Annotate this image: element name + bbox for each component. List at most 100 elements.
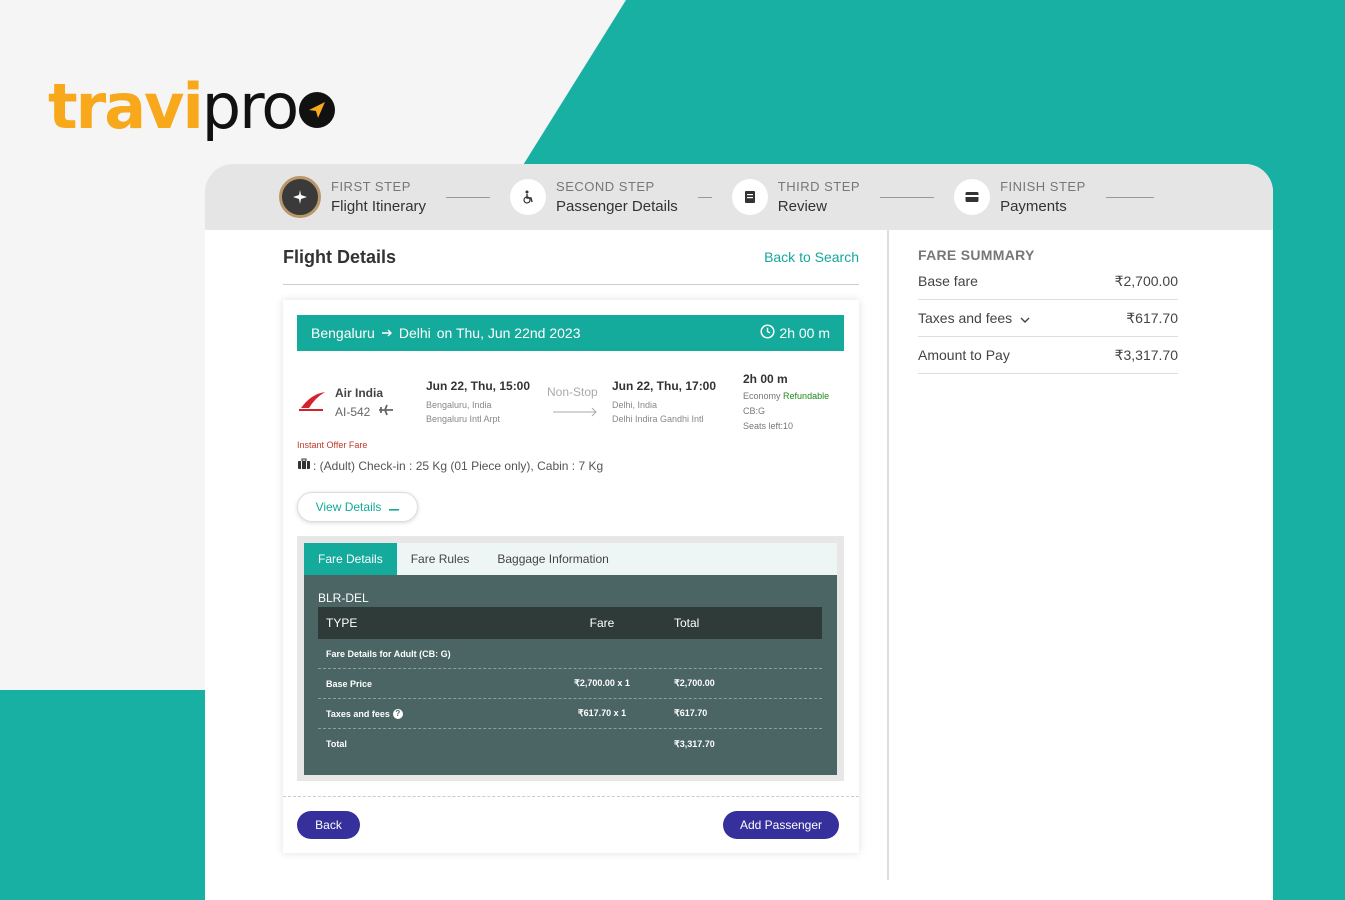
step-flight-itinerary[interactable]: FIRST STEP Flight Itinerary xyxy=(279,176,510,218)
airplane-icon xyxy=(279,176,321,218)
step-divider xyxy=(880,196,935,198)
fare-table-header: TYPE Fare Total xyxy=(318,607,822,639)
luggage-icon xyxy=(297,458,311,473)
taxes-label-wrap: Taxes and fees xyxy=(918,310,1030,326)
tab-fare-rules[interactable]: Fare Rules xyxy=(397,543,484,575)
fare-summary-title: FARE SUMMARY xyxy=(918,247,1035,263)
arrival-time: Jun 22, Thu, 17:00 xyxy=(612,379,717,393)
amount-label: Amount to Pay xyxy=(918,347,1010,363)
back-button[interactable]: Back xyxy=(297,811,360,839)
step-title: Review xyxy=(777,198,827,215)
airline-name: Air India xyxy=(335,386,384,400)
step-payments[interactable]: FINISH STEP Payments xyxy=(954,179,1174,215)
amount-value: ₹3,317.70 xyxy=(1114,346,1178,363)
row-total: ₹3,317.70 xyxy=(674,738,715,749)
stepper: FIRST STEP Flight Itinerary SECOND STEP … xyxy=(205,164,1273,230)
help-icon[interactable]: ? xyxy=(392,708,403,719)
base-fare-value: ₹2,700.00 xyxy=(1114,272,1178,289)
departure-city: Bengaluru, India xyxy=(426,400,492,410)
chevron-down-icon[interactable] xyxy=(1020,310,1030,326)
row-fare: ₹617.70 x 1 xyxy=(577,708,627,718)
refundable-badge: Refundable xyxy=(783,391,830,401)
row-type: Base Price xyxy=(326,678,373,689)
flight-number: AI-542 xyxy=(335,404,371,419)
table-row: Total ₹3,317.70 xyxy=(318,729,822,759)
fare-row-amount: Amount to Pay ₹3,317.70 xyxy=(918,337,1178,374)
logo-text-pro: pro xyxy=(201,70,299,143)
seats-left: Seats left:10 xyxy=(743,421,794,431)
arrow-right-icon xyxy=(381,325,393,341)
step-passenger-details[interactable]: SECOND STEP Passenger Details xyxy=(510,179,732,215)
step-label: FIRST STEP xyxy=(331,179,411,194)
section-label: Fare Details for Adult (CB: G) xyxy=(326,648,451,659)
row-total: ₹617.70 xyxy=(674,708,708,718)
fare-summary: FARE SUMMARY Base fare ₹2,700.00 Taxes a… xyxy=(918,230,1178,374)
air-india-logo-icon xyxy=(297,390,327,419)
meta-duration: 2h 00 m xyxy=(743,372,788,386)
tab-baggage-information[interactable]: Baggage Information xyxy=(483,543,622,575)
route-date: on Thu, Jun 22nd 2023 xyxy=(436,325,581,341)
table-row: Fare Details for Adult (CB: G) xyxy=(318,639,822,669)
header-fare: Fare xyxy=(589,616,615,630)
fare-tabs-box: Fare Details Fare Rules Baggage Informat… xyxy=(297,536,844,781)
row-type: Taxes and fees xyxy=(326,708,390,719)
row-fare: ₹2,700.00 x 1 xyxy=(574,678,630,688)
sector-label: BLR-DEL xyxy=(318,591,369,605)
fare-details-panel: BLR-DEL TYPE Fare Total Fare Details for… xyxy=(304,575,837,775)
view-details-button[interactable]: View Details xyxy=(297,492,418,522)
flight-details-header: Flight Details Back to Search xyxy=(283,230,859,285)
base-fare-label: Base fare xyxy=(918,273,978,289)
step-title: Payments xyxy=(1000,198,1067,215)
back-to-search-link[interactable]: Back to Search xyxy=(764,249,859,265)
minus-icon xyxy=(389,500,400,514)
table-row: Taxes and fees ? ₹617.70 x 1 ₹617.70 xyxy=(318,699,822,729)
flight-details-section: Flight Details Back to Search Bengaluru … xyxy=(283,230,859,853)
header-total: Total xyxy=(674,616,700,630)
baggage-info: : (Adult) Check-in : 25 Kg (01 Piece onl… xyxy=(297,458,603,473)
arrival-city: Delhi, India xyxy=(612,400,658,410)
document-icon xyxy=(731,179,768,215)
step-divider xyxy=(697,196,712,198)
route-duration: 2h 00 m xyxy=(779,325,830,341)
wheelchair-icon xyxy=(510,179,547,215)
clock-icon xyxy=(760,324,775,342)
logo-text-travi: travi xyxy=(48,70,204,143)
long-arrow-icon xyxy=(552,404,598,422)
fare-row-taxes[interactable]: Taxes and fees ₹617.70 xyxy=(918,300,1178,337)
departure-airport: Bengaluru Intl Arpt xyxy=(426,414,501,424)
paper-plane-icon xyxy=(299,92,336,128)
card-icon xyxy=(954,179,991,215)
cb-code: CB:G xyxy=(743,406,766,416)
travipro-logo[interactable]: travi pro xyxy=(48,58,336,143)
route-to: Delhi xyxy=(398,325,431,341)
page-title: Flight Details xyxy=(283,246,397,267)
step-divider xyxy=(1105,196,1154,198)
route-from: Bengaluru xyxy=(311,325,375,341)
step-title: Passenger Details xyxy=(556,198,678,215)
table-row: Base Price ₹2,700.00 x 1 ₹2,700.00 xyxy=(318,669,822,699)
row-type-wrap: Taxes and fees ? xyxy=(318,708,530,719)
stops-label: Non-Stop xyxy=(547,385,598,399)
baggage-text: : (Adult) Check-in : 25 Kg (01 Piece onl… xyxy=(313,458,604,473)
flight-number-wrap: AI-542 xyxy=(335,404,394,419)
step-label: FINISH STEP xyxy=(1000,179,1086,194)
booking-panel: FIRST STEP Flight Itinerary SECOND STEP … xyxy=(205,164,1273,900)
offer-label: Instant Offer Fare xyxy=(297,440,368,450)
flight-segment: Air India AI-542 Jun 22, Thu, 15:00 Beng… xyxy=(297,372,844,442)
step-divider xyxy=(446,196,491,198)
add-passenger-button[interactable]: Add Passenger xyxy=(723,811,839,839)
arrival: Jun 22, Thu, 17:00 Delhi, India Delhi In… xyxy=(612,379,716,426)
card-footer-divider xyxy=(283,796,859,797)
tab-fare-details[interactable]: Fare Details xyxy=(304,543,397,575)
fare-tabs: Fare Details Fare Rules Baggage Informat… xyxy=(304,543,837,575)
row-type: Total xyxy=(326,739,347,749)
step-review[interactable]: THIRD STEP Review xyxy=(731,179,954,215)
row-total: ₹2,700.00 xyxy=(674,678,715,688)
step-title: Flight Itinerary xyxy=(331,198,427,215)
departure: Jun 22, Thu, 15:00 Bengaluru, India Beng… xyxy=(426,379,530,426)
taxes-label: Taxes and fees xyxy=(918,310,1013,326)
step-label: SECOND STEP xyxy=(556,179,655,194)
view-details-label: View Details xyxy=(315,500,382,514)
column-divider xyxy=(887,230,889,880)
flight-meta: 2h 00 m Economy Refundable CB:G Seats le… xyxy=(743,372,829,434)
